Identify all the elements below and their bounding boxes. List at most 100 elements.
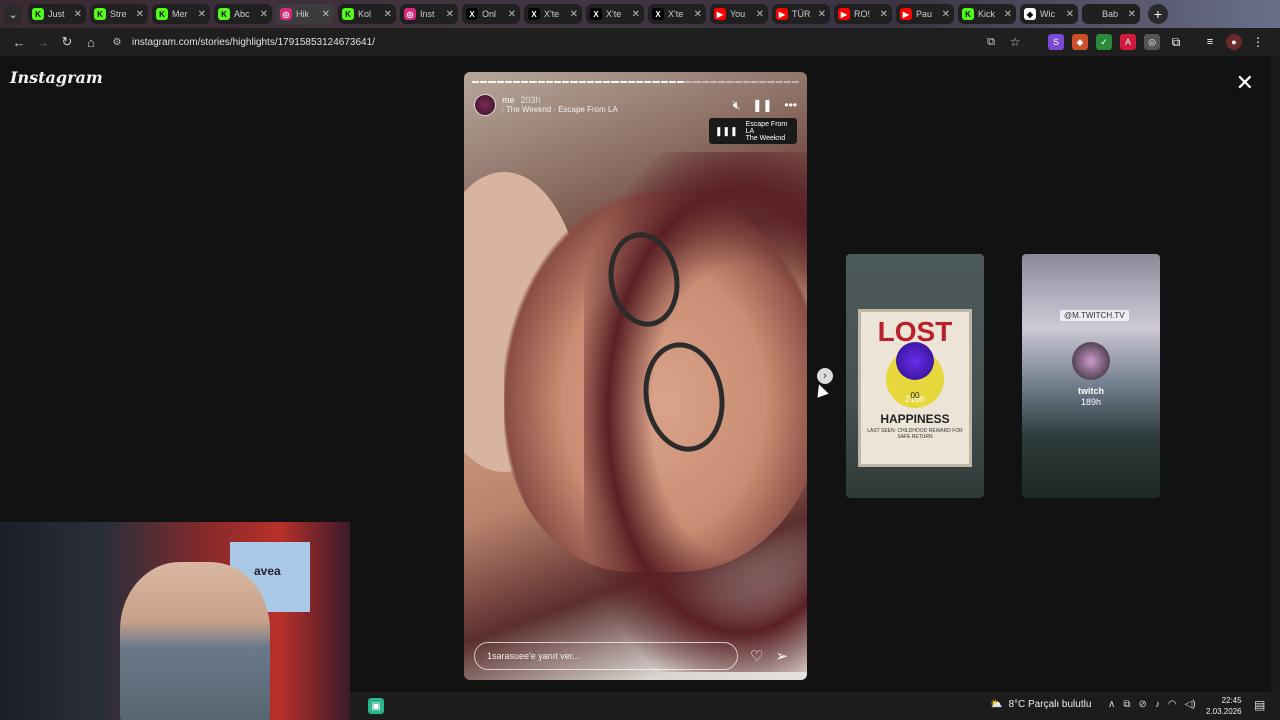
microphone-icon[interactable]: ♪ (1155, 699, 1160, 710)
close-tab-icon[interactable]: ✕ (74, 9, 82, 20)
close-tab-icon[interactable]: ✕ (632, 9, 640, 20)
close-tab-icon[interactable]: ✕ (446, 9, 454, 20)
browser-tab[interactable]: ◎ Hik ✕ (276, 4, 334, 24)
poster-caption: LAST SEEN: CHILDHOOD REWARD FOR SAFE RET… (867, 428, 963, 440)
close-tab-icon[interactable]: ✕ (1128, 9, 1136, 20)
extension-icon[interactable]: S (1048, 34, 1064, 50)
next-story-thumbnail[interactable]: @M.TWITCH.TV twitch 189h (1022, 254, 1160, 498)
tab-search-button[interactable]: ⌄ (4, 5, 22, 23)
close-tab-icon[interactable]: ✕ (508, 9, 516, 20)
progress-segment (660, 81, 668, 83)
progress-segment (545, 81, 554, 83)
next-story-button[interactable]: › (817, 368, 833, 384)
extension-icon[interactable]: ◎ (1144, 34, 1160, 50)
browser-tab[interactable]: K Kol ✕ (338, 4, 396, 24)
taskbar-app-icon[interactable]: ▣ (368, 698, 384, 714)
new-tab-button[interactable]: + (1148, 4, 1168, 24)
close-tab-icon[interactable]: ✕ (260, 9, 268, 20)
progress-segment (701, 81, 709, 83)
close-tab-icon[interactable]: ✕ (818, 9, 826, 20)
close-tab-icon[interactable]: ✕ (880, 9, 888, 20)
extension-icon[interactable]: ◆ (1072, 34, 1088, 50)
next-story-thumbnail[interactable]: LOST HAPPINESS LAST SEEN: CHILDHOOD REWA… (846, 254, 984, 498)
reload-button[interactable]: ↻ (56, 31, 78, 53)
close-tab-icon[interactable]: ✕ (756, 9, 764, 20)
camera-off-icon[interactable]: ⊘ (1138, 699, 1146, 710)
tab-label: Just (48, 9, 65, 19)
puzzle-icon[interactable]: ⧉ (1168, 34, 1184, 50)
close-tab-icon[interactable]: ✕ (322, 9, 330, 20)
browser-tab[interactable]: ▶ TÜR ✕ (772, 4, 830, 24)
close-tab-icon[interactable]: ✕ (384, 9, 392, 20)
forward-button[interactable]: → (32, 31, 54, 53)
tab-label: Kol (358, 9, 372, 19)
story-song[interactable]: The Weeknd · Escape From LA (506, 105, 618, 114)
close-tab-icon[interactable]: ✕ (1004, 9, 1012, 20)
adblock-icon[interactable]: A (1120, 34, 1136, 50)
progress-segment (767, 81, 775, 83)
notification-icon[interactable]: ▤ (1254, 698, 1265, 712)
volume-icon[interactable]: ◁) (1185, 699, 1196, 710)
browser-tab[interactable]: K Kick ✕ (958, 4, 1016, 24)
page-scrollbar[interactable] (1271, 56, 1280, 692)
browser-tab[interactable]: K Mer ✕ (152, 4, 210, 24)
avatar[interactable] (474, 94, 496, 116)
kick-icon: K (156, 8, 168, 20)
progress-segment (562, 81, 570, 83)
browser-tab[interactable]: X X'te ✕ (648, 4, 706, 24)
close-tab-icon[interactable]: ✕ (570, 9, 578, 20)
close-icon[interactable]: ✕ (1236, 70, 1254, 96)
address-bar[interactable]: ⚙ instagram.com/stories/highlights/17915… (110, 31, 980, 53)
chevron-up-icon[interactable]: ∧ (1108, 699, 1115, 710)
browser-tab[interactable]: ▶ RO! ✕ (834, 4, 892, 24)
install-app-icon[interactable]: ⧉ (980, 31, 1002, 53)
site-info-icon[interactable]: ⚙ (110, 35, 124, 49)
music-sticker[interactable]: ❚❚❚ Escape From LA The Weeknd (709, 118, 797, 144)
browser-tab[interactable]: K Stre ✕ (90, 4, 148, 24)
menu-icon[interactable]: ⋮ (1250, 34, 1266, 50)
browser-tab[interactable]: ▶ You ✕ (710, 4, 768, 24)
profile-avatar[interactable]: ● (1226, 34, 1242, 50)
more-options-icon[interactable]: ••• (784, 98, 797, 112)
browser-tab[interactable]: X Onl ✕ (462, 4, 520, 24)
pause-icon[interactable]: ❚❚ (752, 98, 772, 112)
close-tab-icon[interactable]: ✕ (198, 9, 206, 20)
send-icon[interactable]: ➢ (775, 647, 788, 665)
browser-tab[interactable]: ◎ Inst ✕ (400, 4, 458, 24)
instagram-logo[interactable]: Instagram (10, 68, 103, 87)
blank-icon (1086, 8, 1098, 20)
weather-widget[interactable]: ⛅ 8°C Parçalı bulutlu (990, 699, 1091, 710)
heart-icon[interactable]: ♡ (750, 647, 763, 665)
wifi-icon[interactable]: ◠ (1168, 699, 1177, 710)
close-tab-icon[interactable]: ✕ (136, 9, 144, 20)
browser-tab[interactable]: ▶ Pau ✕ (896, 4, 954, 24)
clock[interactable]: 22:45 2.03.2026 (1206, 695, 1242, 717)
progress-segment (636, 81, 644, 83)
story-viewer[interactable]: me 203h ⦙ The Weeknd · Escape From LA 🔇︎… (464, 72, 807, 680)
mute-icon[interactable]: 🔇︎ (733, 98, 741, 113)
shield-icon[interactable]: ✓ (1096, 34, 1112, 50)
browser-tab[interactable]: X X'te ✕ (524, 4, 582, 24)
back-button[interactable]: ← (8, 31, 30, 53)
progress-segment (742, 81, 750, 83)
close-tab-icon[interactable]: ✕ (942, 9, 950, 20)
home-button[interactable]: ⌂ (80, 31, 102, 53)
network-icon[interactable]: ⧉ (1123, 699, 1130, 710)
progress-segment (685, 81, 693, 83)
browser-tab[interactable]: X X'te ✕ (586, 4, 644, 24)
media-icon[interactable]: ≡ (1202, 34, 1218, 50)
progress-segment (652, 81, 660, 83)
story-username[interactable]: me (502, 95, 515, 105)
browser-tab[interactable]: ◆ Wic ✕ (1020, 4, 1078, 24)
close-tab-icon[interactable]: ✕ (694, 9, 702, 20)
browser-tab[interactable]: K Abc ✕ (214, 4, 272, 24)
avatar: 00 (896, 342, 934, 400)
browser-tab[interactable]: K Just ✕ (28, 4, 86, 24)
reply-input[interactable] (474, 642, 738, 670)
browser-tab[interactable]: Bab ✕ (1082, 4, 1140, 24)
close-tab-icon[interactable]: ✕ (1066, 9, 1074, 20)
progress-segment (595, 81, 603, 83)
progress-segment (529, 81, 537, 83)
sticker-song-title: Escape From LA (745, 120, 788, 135)
bookmark-star-icon[interactable]: ☆ (1004, 31, 1026, 53)
